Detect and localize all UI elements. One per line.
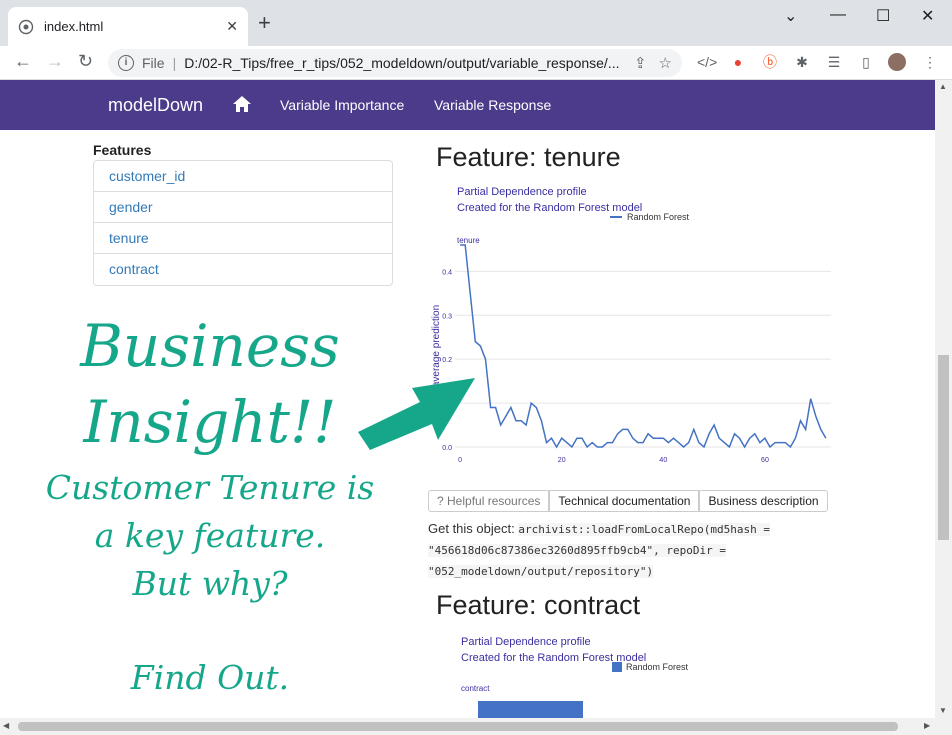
scroll-left-icon[interactable]: ◀	[3, 721, 9, 730]
chart2-subtitle-1: Partial Dependence profile	[461, 636, 591, 648]
maximize-icon[interactable]: ☐	[876, 6, 890, 26]
y-tick-label: 0.2	[442, 357, 452, 364]
series-line-random-forest	[460, 244, 827, 449]
helpful-resources-button[interactable]: ? Helpful resources	[428, 490, 550, 512]
horizontal-scroll-thumb[interactable]	[18, 722, 898, 731]
code-extension-icon[interactable]: </>	[697, 53, 717, 71]
menu-kebab-icon[interactable]: ⋮	[921, 53, 939, 71]
tab-title: index.html	[44, 19, 104, 34]
nav-variable-response[interactable]: Variable Response	[434, 97, 551, 113]
legend-swatch	[610, 216, 622, 218]
scroll-up-icon[interactable]: ▲	[939, 82, 947, 91]
close-tab-icon[interactable]: ✕	[226, 18, 238, 35]
y-tick-label: 0.4	[442, 269, 452, 276]
chart2-legend: Random Forest	[612, 662, 688, 672]
annotation-customer-tenure: Customer Tenure is	[45, 468, 375, 507]
x-tick-label: 20	[558, 457, 566, 464]
x-tick-label: 0	[458, 457, 462, 464]
annotation-find-out: Find Out.	[130, 658, 290, 697]
annotation-but-why: But why?	[132, 564, 288, 603]
scroll-down-icon[interactable]: ▼	[939, 706, 947, 715]
url-text[interactable]: D:/02-R_Tips/free_r_tips/052_modeldown/o…	[184, 55, 622, 71]
back-icon[interactable]: ←	[14, 51, 32, 72]
avatar[interactable]	[888, 53, 906, 71]
features-list: customer_id gender tenure contract	[93, 160, 393, 286]
features-heading: Features	[93, 142, 152, 158]
reload-icon[interactable]: ↻	[78, 51, 93, 72]
site-navbar: modelDown Variable Importance Variable R…	[0, 80, 935, 130]
resource-button-group: ? Helpful resources Technical documentat…	[428, 490, 828, 512]
pdp-chart-tenure: average prediction tenure 0.00.10.20.30.…	[431, 236, 831, 464]
vertical-scroll-thumb[interactable]	[938, 355, 949, 540]
toolbar: ← → ↻ i File | D:/02-R_Tips/free_r_tips/…	[0, 46, 952, 80]
chart2-variable-label: contract	[461, 684, 490, 693]
x-tick-label: 40	[659, 457, 667, 464]
chart-subtitle-1: Partial Dependence profile	[457, 186, 587, 198]
feature-link-contract[interactable]: contract	[94, 254, 392, 285]
variable-label: tenure	[457, 236, 480, 245]
chart-legend: Random Forest	[610, 212, 689, 222]
chart2-bar	[478, 701, 583, 718]
new-tab-icon[interactable]: +	[258, 12, 271, 34]
share-icon[interactable]: ⇪	[634, 54, 647, 72]
home-icon[interactable]	[232, 95, 252, 113]
minimize-icon[interactable]: —	[830, 6, 846, 24]
get-object-text: Get this object: archivist::loadFromLoca…	[428, 519, 808, 582]
business-description-button[interactable]: Business description	[699, 490, 828, 512]
legend-label: Random Forest	[627, 212, 690, 222]
forward-icon[interactable]: →	[46, 51, 64, 72]
annotation-key-feature: a key feature.	[94, 516, 326, 555]
annotation-arrow	[358, 378, 475, 450]
legend2-label: Random Forest	[626, 662, 689, 672]
annotation-business: Business	[80, 312, 340, 380]
protocol-label: File	[142, 55, 165, 71]
separator: |	[172, 55, 177, 71]
feature-link-tenure[interactable]: tenure	[94, 223, 392, 254]
y-tick-label: 0.3	[442, 313, 452, 320]
address-bar[interactable]: i File | D:/02-R_Tips/free_r_tips/052_mo…	[108, 49, 682, 77]
main-content: Features customer_id gender tenure contr…	[0, 130, 935, 718]
feature-link-customer-id[interactable]: customer_id	[94, 161, 392, 192]
sidepanel-icon[interactable]: ▯	[857, 53, 875, 71]
horizontal-scrollbar[interactable]: ◀ ▶	[0, 718, 952, 735]
info-icon[interactable]: i	[118, 55, 134, 71]
technical-documentation-button[interactable]: Technical documentation	[549, 490, 700, 512]
browser-window: index.html ✕ + ⌄ — ☐ ✕ ← → ↻ i File | D:…	[0, 0, 952, 735]
puzzle-icon[interactable]: ✱	[793, 53, 811, 71]
tab-bar: index.html ✕ + ⌄ — ☐ ✕	[0, 0, 952, 46]
tab-search-icon[interactable]: ⌄	[784, 6, 797, 26]
x-tick-label: 60	[761, 457, 769, 464]
feature-link-gender[interactable]: gender	[94, 192, 392, 223]
section-title-tenure: Feature: tenure	[436, 142, 621, 172]
tab-index[interactable]: index.html ✕	[8, 7, 248, 46]
reading-list-icon[interactable]: ☰	[825, 53, 843, 71]
nav-variable-importance[interactable]: Variable Importance	[280, 97, 404, 113]
vertical-scrollbar[interactable]: ▲ ▼	[935, 80, 952, 718]
section-title-contract: Feature: contract	[436, 590, 641, 620]
close-window-icon[interactable]: ✕	[921, 6, 934, 26]
legend2-swatch	[612, 662, 622, 672]
color-wheel-icon[interactable]: ●	[729, 53, 747, 71]
extension-b-icon[interactable]: ⓑ	[761, 53, 779, 71]
annotation-insight: Insight!!	[83, 388, 337, 456]
bookmark-star-icon[interactable]: ☆	[659, 54, 672, 72]
globe-icon	[18, 19, 34, 34]
get-object-label: Get this object:	[428, 521, 515, 536]
scroll-right-icon[interactable]: ▶	[924, 721, 930, 730]
brand-link[interactable]: modelDown	[108, 95, 203, 116]
